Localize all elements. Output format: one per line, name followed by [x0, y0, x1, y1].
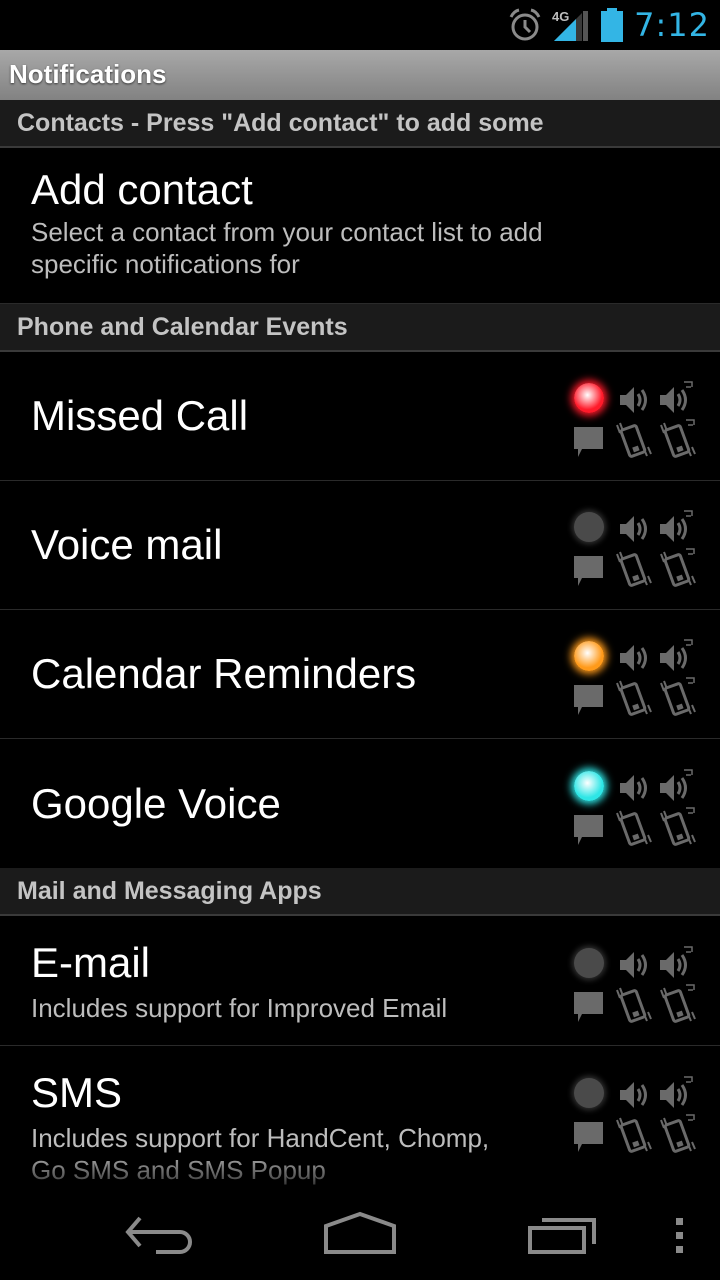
item-title: Voice mail: [31, 521, 223, 568]
vibrate-repeat-icon[interactable]: [658, 419, 696, 459]
item-title: Add contact: [31, 166, 253, 213]
section-header-contacts: Contacts - Press "Add contact" to add so…: [0, 100, 720, 148]
vibrate-icon[interactable]: [614, 1114, 652, 1154]
list-item-calendar-reminders[interactable]: Calendar Reminders: [0, 610, 720, 739]
sound-repeat-icon[interactable]: [658, 768, 694, 807]
sound-repeat-icon[interactable]: [658, 1076, 694, 1114]
item-title: Calendar Reminders: [31, 650, 417, 697]
vibrate-repeat-icon[interactable]: [658, 677, 696, 717]
sound-icon[interactable]: [618, 769, 654, 807]
sound-icon[interactable]: [618, 1076, 654, 1114]
menu-button[interactable]: [670, 1216, 690, 1256]
vibrate-icon[interactable]: [614, 677, 652, 717]
overflow-menu-icon: [676, 1218, 683, 1253]
item-title: Missed Call: [31, 392, 249, 439]
section-header-label: Mail and Messaging Apps: [17, 876, 322, 905]
sound-repeat-icon[interactable]: [658, 945, 694, 984]
sound-icon[interactable]: [618, 946, 654, 984]
signal-4g-icon: 4G: [552, 9, 589, 41]
list-item-voice-mail[interactable]: Voice mail: [0, 481, 720, 610]
vibrate-icon[interactable]: [614, 984, 652, 1024]
section-header-mail-messaging: Mail and Messaging Apps: [0, 868, 720, 916]
recent-apps-button[interactable]: [524, 1210, 604, 1260]
sound-icon[interactable]: [618, 639, 654, 677]
vibrate-repeat-icon[interactable]: [658, 548, 696, 588]
list-item-google-voice[interactable]: Google Voice: [0, 739, 720, 868]
section-header-phone-calendar: Phone and Calendar Events: [0, 304, 720, 352]
status-bar: 4G 7:12: [0, 0, 720, 50]
notification-indicators: [572, 1070, 702, 1154]
section-header-label: Contacts - Press "Add contact" to add so…: [17, 108, 544, 137]
sound-icon[interactable]: [618, 510, 654, 548]
led-color-icon[interactable]: [574, 641, 604, 671]
message-icon[interactable]: [572, 990, 606, 1026]
home-icon: [324, 1211, 396, 1254]
vibrate-repeat-icon[interactable]: [658, 983, 696, 1024]
item-title: Google Voice: [31, 779, 281, 827]
notification-indicators: [572, 940, 702, 1024]
led-color-icon[interactable]: [574, 947, 604, 978]
notification-indicators: [572, 504, 702, 588]
settings-list[interactable]: Contacts - Press "Add contact" to add so…: [0, 100, 720, 1190]
vibrate-repeat-icon[interactable]: [658, 806, 696, 847]
list-item-sms[interactable]: SMS Includes support for HandCent, Chomp…: [0, 1046, 720, 1190]
page-title: Notifications: [9, 59, 167, 89]
list-item-missed-call[interactable]: Missed Call: [0, 352, 720, 481]
sound-icon[interactable]: [618, 381, 654, 419]
sound-repeat-icon[interactable]: [658, 510, 694, 548]
message-icon[interactable]: [572, 1120, 606, 1156]
message-icon[interactable]: [572, 683, 606, 719]
vibrate-icon[interactable]: [614, 807, 652, 847]
recent-apps-icon: [528, 1218, 596, 1254]
list-item-add-contact[interactable]: Add contact Select a contact from your c…: [0, 148, 720, 304]
network-type-label: 4G: [552, 9, 569, 24]
title-bar: Notifications: [0, 50, 720, 100]
led-color-icon[interactable]: [574, 383, 604, 413]
led-color-icon[interactable]: [574, 770, 604, 801]
notification-indicators: [572, 375, 702, 459]
led-color-icon[interactable]: [574, 512, 604, 542]
vibrate-repeat-icon[interactable]: [658, 1114, 696, 1154]
message-icon[interactable]: [572, 425, 606, 461]
led-color-icon[interactable]: [574, 1078, 604, 1108]
back-icon: [125, 1216, 192, 1254]
battery-icon: [601, 8, 624, 42]
message-icon[interactable]: [572, 813, 606, 849]
list-item-email[interactable]: E-mail Includes support for Improved Ema…: [0, 916, 720, 1046]
item-subtitle-line: specific notifications for: [31, 249, 300, 279]
vibrate-icon[interactable]: [614, 419, 652, 459]
item-subtitle-line: Select a contact from your contact list …: [31, 217, 543, 247]
back-button[interactable]: [120, 1210, 200, 1260]
message-icon[interactable]: [572, 554, 606, 590]
clock: 7:12: [634, 6, 710, 44]
notification-indicators: [572, 763, 702, 847]
home-button[interactable]: [320, 1210, 400, 1260]
vibrate-icon[interactable]: [614, 548, 652, 588]
section-header-label: Phone and Calendar Events: [17, 312, 348, 341]
notification-indicators: [572, 633, 702, 717]
sound-repeat-icon[interactable]: [658, 639, 694, 677]
navigation-bar: [0, 1190, 720, 1280]
item-subtitle-line: Go SMS and SMS Popup: [31, 1155, 326, 1185]
sound-repeat-icon[interactable]: [658, 381, 694, 419]
alarm-icon: [509, 8, 541, 41]
